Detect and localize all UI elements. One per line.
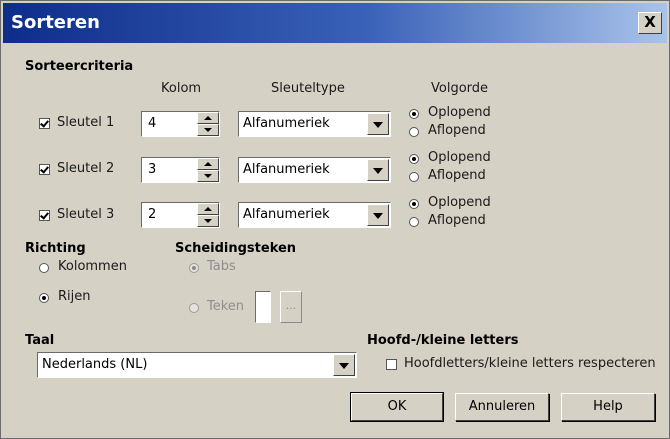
key2-column-spinner[interactable]: 3 [141, 157, 220, 183]
chevron-down-icon[interactable] [333, 354, 355, 376]
key1-ascending-label: Oplopend [428, 105, 491, 120]
arrow-down-icon[interactable] [197, 124, 219, 136]
key2-type-select[interactable]: Alfanumeriek [238, 157, 391, 183]
key3-column-value: 2 [148, 207, 157, 222]
key1-label: Sleutel 1 [57, 115, 115, 130]
separator-heading: Scheidingsteken [175, 241, 297, 256]
chevron-down-icon[interactable] [367, 113, 389, 135]
key1-descending-label: Aflopend [428, 123, 486, 138]
case-heading: Hoofd-/kleine letters [367, 333, 519, 348]
key3-type-select[interactable]: Alfanumeriek [238, 202, 391, 228]
direction-columns-radio[interactable] [39, 263, 49, 273]
arrow-down-icon[interactable] [197, 215, 219, 227]
key1-checkbox[interactable] [39, 118, 50, 129]
column-header-kolom: Kolom [161, 81, 202, 96]
key1-ascending-radio[interactable] [409, 109, 419, 119]
arrow-up-icon[interactable] [197, 112, 219, 124]
key1-type-value: Alfanumeriek [243, 116, 330, 131]
arrow-up-icon[interactable] [197, 158, 219, 170]
separator-char-input[interactable] [255, 291, 271, 323]
chevron-down-icon[interactable] [367, 159, 389, 181]
direction-heading: Richting [25, 241, 86, 256]
key2-label: Sleutel 2 [57, 161, 115, 176]
language-select[interactable]: Nederlands (NL) [37, 352, 357, 378]
key1-column-spinner[interactable]: 4 [141, 111, 220, 137]
direction-columns-label: Kolommen [58, 259, 127, 274]
key2-type-value: Alfanumeriek [243, 162, 330, 177]
separator-tabs-radio[interactable] [189, 263, 199, 273]
key3-ascending-label: Oplopend [428, 195, 491, 210]
chevron-down-icon[interactable] [367, 204, 389, 226]
cancel-button[interactable]: Annuleren [455, 393, 549, 421]
key1-descending-radio[interactable] [409, 127, 419, 137]
key2-column-value: 3 [148, 162, 157, 177]
separator-tabs-label: Tabs [207, 259, 236, 274]
case-sensitive-label: Hoofdletters/kleine letters respecteren [404, 356, 656, 371]
key3-ascending-radio[interactable] [409, 199, 419, 209]
direction-rows-label: Rijen [58, 289, 91, 304]
key2-ascending-radio[interactable] [409, 154, 419, 164]
key3-descending-label: Aflopend [428, 213, 486, 228]
help-button[interactable]: Help [561, 393, 655, 421]
column-header-volgorde: Volgorde [431, 81, 489, 96]
arrow-up-icon[interactable] [197, 203, 219, 215]
case-sensitive-checkbox[interactable] [386, 359, 397, 370]
arrow-down-icon[interactable] [197, 170, 219, 182]
key1-type-select[interactable]: Alfanumeriek [238, 111, 391, 137]
language-value: Nederlands (NL) [42, 357, 148, 372]
key2-checkbox[interactable] [39, 164, 50, 175]
column-header-sleuteltype: Sleuteltype [271, 81, 345, 96]
separator-char-label: Teken [207, 299, 245, 314]
key1-column-value: 4 [148, 116, 157, 131]
close-button[interactable]: X [638, 12, 662, 34]
key3-label: Sleutel 3 [57, 207, 115, 222]
key3-column-spinner[interactable]: 2 [141, 202, 220, 228]
direction-rows-radio[interactable] [39, 293, 49, 303]
key2-descending-label: Aflopend [428, 168, 486, 183]
separator-char-radio[interactable] [189, 303, 199, 313]
sort-dialog: Sorteren X Sorteercriteria Kolom Sleutel… [0, 0, 670, 439]
separator-browse-button[interactable]: ... [280, 291, 302, 323]
title-bar: Sorteren X [3, 3, 667, 43]
key3-descending-radio[interactable] [409, 217, 419, 227]
key2-descending-radio[interactable] [409, 172, 419, 182]
language-heading: Taal [25, 333, 55, 348]
close-icon: X [644, 13, 656, 31]
ok-button[interactable]: OK [350, 392, 444, 422]
key3-type-value: Alfanumeriek [243, 207, 330, 222]
dialog-title: Sorteren [11, 12, 100, 33]
key3-checkbox[interactable] [39, 210, 50, 221]
key2-ascending-label: Oplopend [428, 150, 491, 165]
criteria-heading: Sorteercriteria [25, 59, 134, 74]
